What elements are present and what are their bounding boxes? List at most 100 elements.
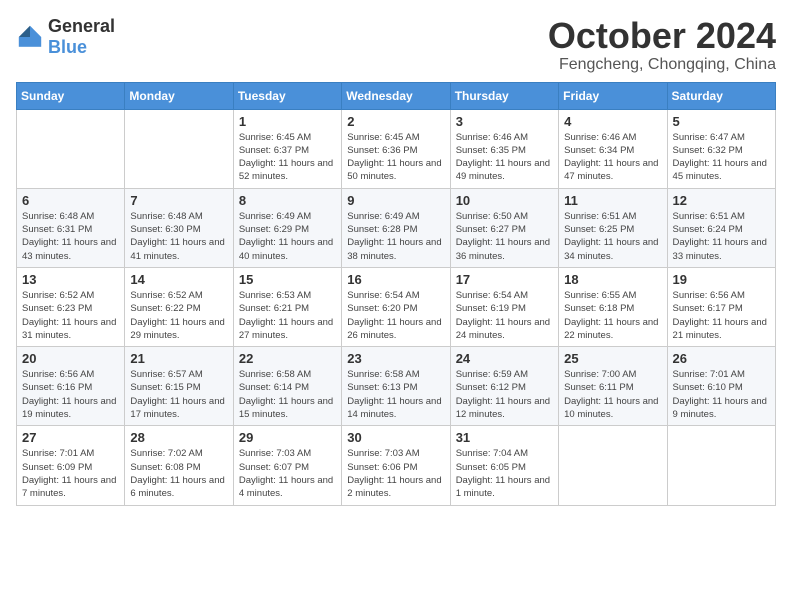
day-info: Sunrise: 6:51 AM Sunset: 6:24 PM Dayligh… [673,210,770,263]
day-number: 28 [130,430,227,445]
weekday-header-thursday: Thursday [450,82,558,109]
day-info: Sunrise: 7:04 AM Sunset: 6:05 PM Dayligh… [456,447,553,500]
location-title: Fengcheng, Chongqing, China [548,56,776,74]
calendar-cell: 14 Sunrise: 6:52 AM Sunset: 6:22 PM Dayli… [125,267,233,346]
calendar-cell: 3 Sunrise: 6:46 AM Sunset: 6:35 PM Daylig… [450,109,558,188]
logo-icon [16,23,44,51]
day-number: 4 [564,114,661,129]
day-info: Sunrise: 6:47 AM Sunset: 6:32 PM Dayligh… [673,131,770,184]
day-number: 30 [347,430,444,445]
day-info: Sunrise: 6:48 AM Sunset: 6:30 PM Dayligh… [130,210,227,263]
day-number: 23 [347,351,444,366]
day-number: 10 [456,193,553,208]
day-info: Sunrise: 6:54 AM Sunset: 6:19 PM Dayligh… [456,289,553,342]
day-number: 5 [673,114,770,129]
weekday-header-monday: Monday [125,82,233,109]
day-info: Sunrise: 6:49 AM Sunset: 6:28 PM Dayligh… [347,210,444,263]
day-number: 1 [239,114,336,129]
day-info: Sunrise: 6:56 AM Sunset: 6:17 PM Dayligh… [673,289,770,342]
day-number: 3 [456,114,553,129]
day-number: 9 [347,193,444,208]
logo: General Blue [16,16,115,58]
day-number: 25 [564,351,661,366]
calendar-cell: 15 Sunrise: 6:53 AM Sunset: 6:21 PM Dayli… [233,267,341,346]
weekday-row: SundayMondayTuesdayWednesdayThursdayFrid… [17,82,776,109]
day-info: Sunrise: 6:51 AM Sunset: 6:25 PM Dayligh… [564,210,661,263]
calendar-cell: 5 Sunrise: 6:47 AM Sunset: 6:32 PM Daylig… [667,109,775,188]
day-number: 24 [456,351,553,366]
calendar-cell: 29 Sunrise: 7:03 AM Sunset: 6:07 PM Dayli… [233,426,341,505]
calendar-cell: 16Sunrise: 6:54 AM Sunset: 6:20 PM Dayli… [342,267,450,346]
day-info: Sunrise: 6:58 AM Sunset: 6:13 PM Dayligh… [347,368,444,421]
calendar-cell: 24 Sunrise: 6:59 AM Sunset: 6:12 PM Dayli… [450,347,558,426]
calendar-week-4: 20Sunrise: 6:56 AM Sunset: 6:16 PM Dayli… [17,347,776,426]
calendar-cell: 10 Sunrise: 6:50 AM Sunset: 6:27 PM Dayli… [450,188,558,267]
day-number: 19 [673,272,770,287]
day-number: 29 [239,430,336,445]
calendar-cell: 1 Sunrise: 6:45 AM Sunset: 6:37 PM Daylig… [233,109,341,188]
calendar-cell [559,426,667,505]
weekday-header-friday: Friday [559,82,667,109]
day-number: 15 [239,272,336,287]
calendar-cell: 9 Sunrise: 6:49 AM Sunset: 6:28 PM Daylig… [342,188,450,267]
logo-text: General Blue [48,16,115,58]
day-info: Sunrise: 7:01 AM Sunset: 6:10 PM Dayligh… [673,368,770,421]
calendar-table: SundayMondayTuesdayWednesdayThursdayFrid… [16,82,776,506]
day-number: 11 [564,193,661,208]
calendar-cell: 13Sunrise: 6:52 AM Sunset: 6:23 PM Dayli… [17,267,125,346]
calendar-week-5: 27 Sunrise: 7:01 AM Sunset: 6:09 PM Dayli… [17,426,776,505]
day-number: 14 [130,272,227,287]
calendar-cell [125,109,233,188]
day-number: 31 [456,430,553,445]
day-number: 21 [130,351,227,366]
logo-blue: Blue [48,37,87,57]
day-info: Sunrise: 6:52 AM Sunset: 6:22 PM Dayligh… [130,289,227,342]
calendar-cell: 7 Sunrise: 6:48 AM Sunset: 6:30 PM Daylig… [125,188,233,267]
calendar-cell: 8Sunrise: 6:49 AM Sunset: 6:29 PM Daylig… [233,188,341,267]
calendar-cell: 28 Sunrise: 7:02 AM Sunset: 6:08 PM Dayli… [125,426,233,505]
calendar-cell: 23 Sunrise: 6:58 AM Sunset: 6:13 PM Dayli… [342,347,450,426]
page-header: General Blue October 2024 Fengcheng, Cho… [16,16,776,74]
day-info: Sunrise: 6:50 AM Sunset: 6:27 PM Dayligh… [456,210,553,263]
day-info: Sunrise: 6:45 AM Sunset: 6:36 PM Dayligh… [347,131,444,184]
day-info: Sunrise: 7:03 AM Sunset: 6:06 PM Dayligh… [347,447,444,500]
calendar-week-3: 13Sunrise: 6:52 AM Sunset: 6:23 PM Dayli… [17,267,776,346]
day-number: 2 [347,114,444,129]
calendar-cell: 30 Sunrise: 7:03 AM Sunset: 6:06 PM Dayli… [342,426,450,505]
calendar-body: 1 Sunrise: 6:45 AM Sunset: 6:37 PM Daylig… [17,109,776,505]
day-info: Sunrise: 6:56 AM Sunset: 6:16 PM Dayligh… [22,368,119,421]
day-info: Sunrise: 6:48 AM Sunset: 6:31 PM Dayligh… [22,210,119,263]
calendar-cell: 17 Sunrise: 6:54 AM Sunset: 6:19 PM Dayli… [450,267,558,346]
calendar-week-2: 6Sunrise: 6:48 AM Sunset: 6:31 PM Daylig… [17,188,776,267]
day-number: 8 [239,193,336,208]
calendar-cell: 25Sunrise: 7:00 AM Sunset: 6:11 PM Dayli… [559,347,667,426]
calendar-cell: 22Sunrise: 6:58 AM Sunset: 6:14 PM Dayli… [233,347,341,426]
day-number: 26 [673,351,770,366]
calendar-cell: 31 Sunrise: 7:04 AM Sunset: 6:05 PM Dayli… [450,426,558,505]
weekday-header-sunday: Sunday [17,82,125,109]
calendar-cell: 19 Sunrise: 6:56 AM Sunset: 6:17 PM Dayli… [667,267,775,346]
day-info: Sunrise: 6:45 AM Sunset: 6:37 PM Dayligh… [239,131,336,184]
day-info: Sunrise: 7:03 AM Sunset: 6:07 PM Dayligh… [239,447,336,500]
day-info: Sunrise: 6:59 AM Sunset: 6:12 PM Dayligh… [456,368,553,421]
day-number: 27 [22,430,119,445]
day-info: Sunrise: 6:53 AM Sunset: 6:21 PM Dayligh… [239,289,336,342]
weekday-header-tuesday: Tuesday [233,82,341,109]
calendar-cell: 2 Sunrise: 6:45 AM Sunset: 6:36 PM Daylig… [342,109,450,188]
day-info: Sunrise: 7:02 AM Sunset: 6:08 PM Dayligh… [130,447,227,500]
title-area: October 2024 Fengcheng, Chongqing, China [548,16,776,74]
calendar-cell [667,426,775,505]
day-number: 7 [130,193,227,208]
day-info: Sunrise: 6:46 AM Sunset: 6:35 PM Dayligh… [456,131,553,184]
day-info: Sunrise: 6:54 AM Sunset: 6:20 PM Dayligh… [347,289,444,342]
calendar-cell: 11 Sunrise: 6:51 AM Sunset: 6:25 PM Dayli… [559,188,667,267]
weekday-header-saturday: Saturday [667,82,775,109]
day-number: 17 [456,272,553,287]
day-info: Sunrise: 6:55 AM Sunset: 6:18 PM Dayligh… [564,289,661,342]
calendar-cell [17,109,125,188]
calendar-cell: 18Sunrise: 6:55 AM Sunset: 6:18 PM Dayli… [559,267,667,346]
calendar-cell: 21Sunrise: 6:57 AM Sunset: 6:15 PM Dayli… [125,347,233,426]
day-info: Sunrise: 7:01 AM Sunset: 6:09 PM Dayligh… [22,447,119,500]
calendar-week-1: 1 Sunrise: 6:45 AM Sunset: 6:37 PM Daylig… [17,109,776,188]
calendar-header: SundayMondayTuesdayWednesdayThursdayFrid… [17,82,776,109]
